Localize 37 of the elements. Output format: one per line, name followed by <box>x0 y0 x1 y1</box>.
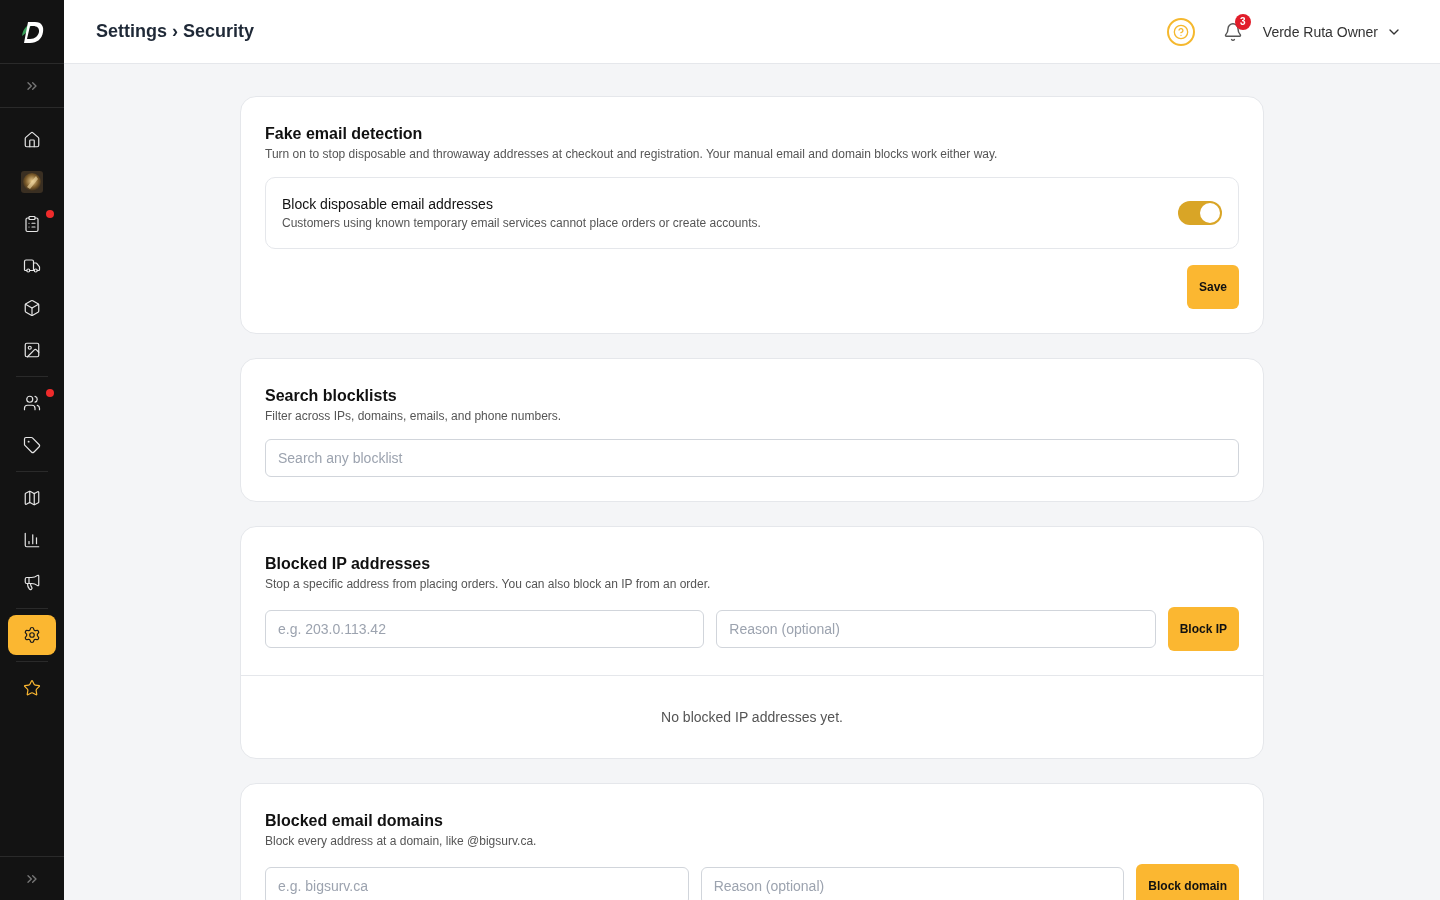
chart-icon <box>23 531 41 549</box>
user-menu[interactable]: Verde Ruta Owner <box>1256 22 1408 41</box>
reason-field[interactable]: Reason (optional) <box>700 867 1125 900</box>
section-title: Search blocklists <box>265 387 398 405</box>
section-description: Turn on to stop disposable and throwaway addresses at checkout and registration. Your manual email and domain blocks work either way. <box>265 147 999 161</box>
section-description: Block every address at a domain, like @bigsurv.ca. <box>265 834 538 848</box>
image-icon <box>23 341 41 359</box>
input-field[interactable]: e.g. bigsurv.ca <box>265 867 689 900</box>
section-description: Stop a specific address from placing orders. You can also block an IP from an order. <box>265 577 712 591</box>
block-button[interactable]: Block domain <box>1136 864 1239 900</box>
section-title: Blocked email domains <box>265 812 444 830</box>
users-icon <box>23 394 41 412</box>
tag-icon <box>23 436 41 454</box>
megaphone-icon <box>23 573 41 591</box>
section-title: Blocked IP addresses <box>265 555 432 573</box>
block-button[interactable]: Block IP <box>1167 607 1239 651</box>
search-field[interactable]: Search any blocklist <box>265 439 1239 477</box>
truck-icon <box>23 257 41 275</box>
reason-field[interactable]: Reason (optional) <box>716 610 1156 648</box>
box-icon <box>23 299 41 317</box>
setting-description: Customers using known temporary email services cannot place orders or create accounts. <box>282 216 762 230</box>
notification-count: 3 <box>1234 13 1251 30</box>
home-icon <box>23 131 41 149</box>
section-title: Fake email detection <box>265 125 424 143</box>
breadcrumb: Settings › Security <box>96 21 256 42</box>
input-field[interactable]: e.g. 203.0.113.42 <box>265 610 705 648</box>
empty-message: No blocked IP addresses yet. <box>661 709 843 725</box>
toggle-switch[interactable] <box>1178 201 1222 225</box>
notifications-button[interactable]: 3 <box>1214 13 1251 50</box>
setting-label: Block disposable email addresses <box>282 196 494 212</box>
settings-icon <box>23 626 41 644</box>
star-icon <box>23 679 41 697</box>
save-button[interactable]: Save <box>1186 265 1239 309</box>
section-description: Filter across IPs, domains, emails, and phone numbers. <box>265 409 563 423</box>
nav-item[interactable] <box>8 615 56 655</box>
map-icon <box>23 489 41 507</box>
help-icon <box>1172 23 1189 40</box>
